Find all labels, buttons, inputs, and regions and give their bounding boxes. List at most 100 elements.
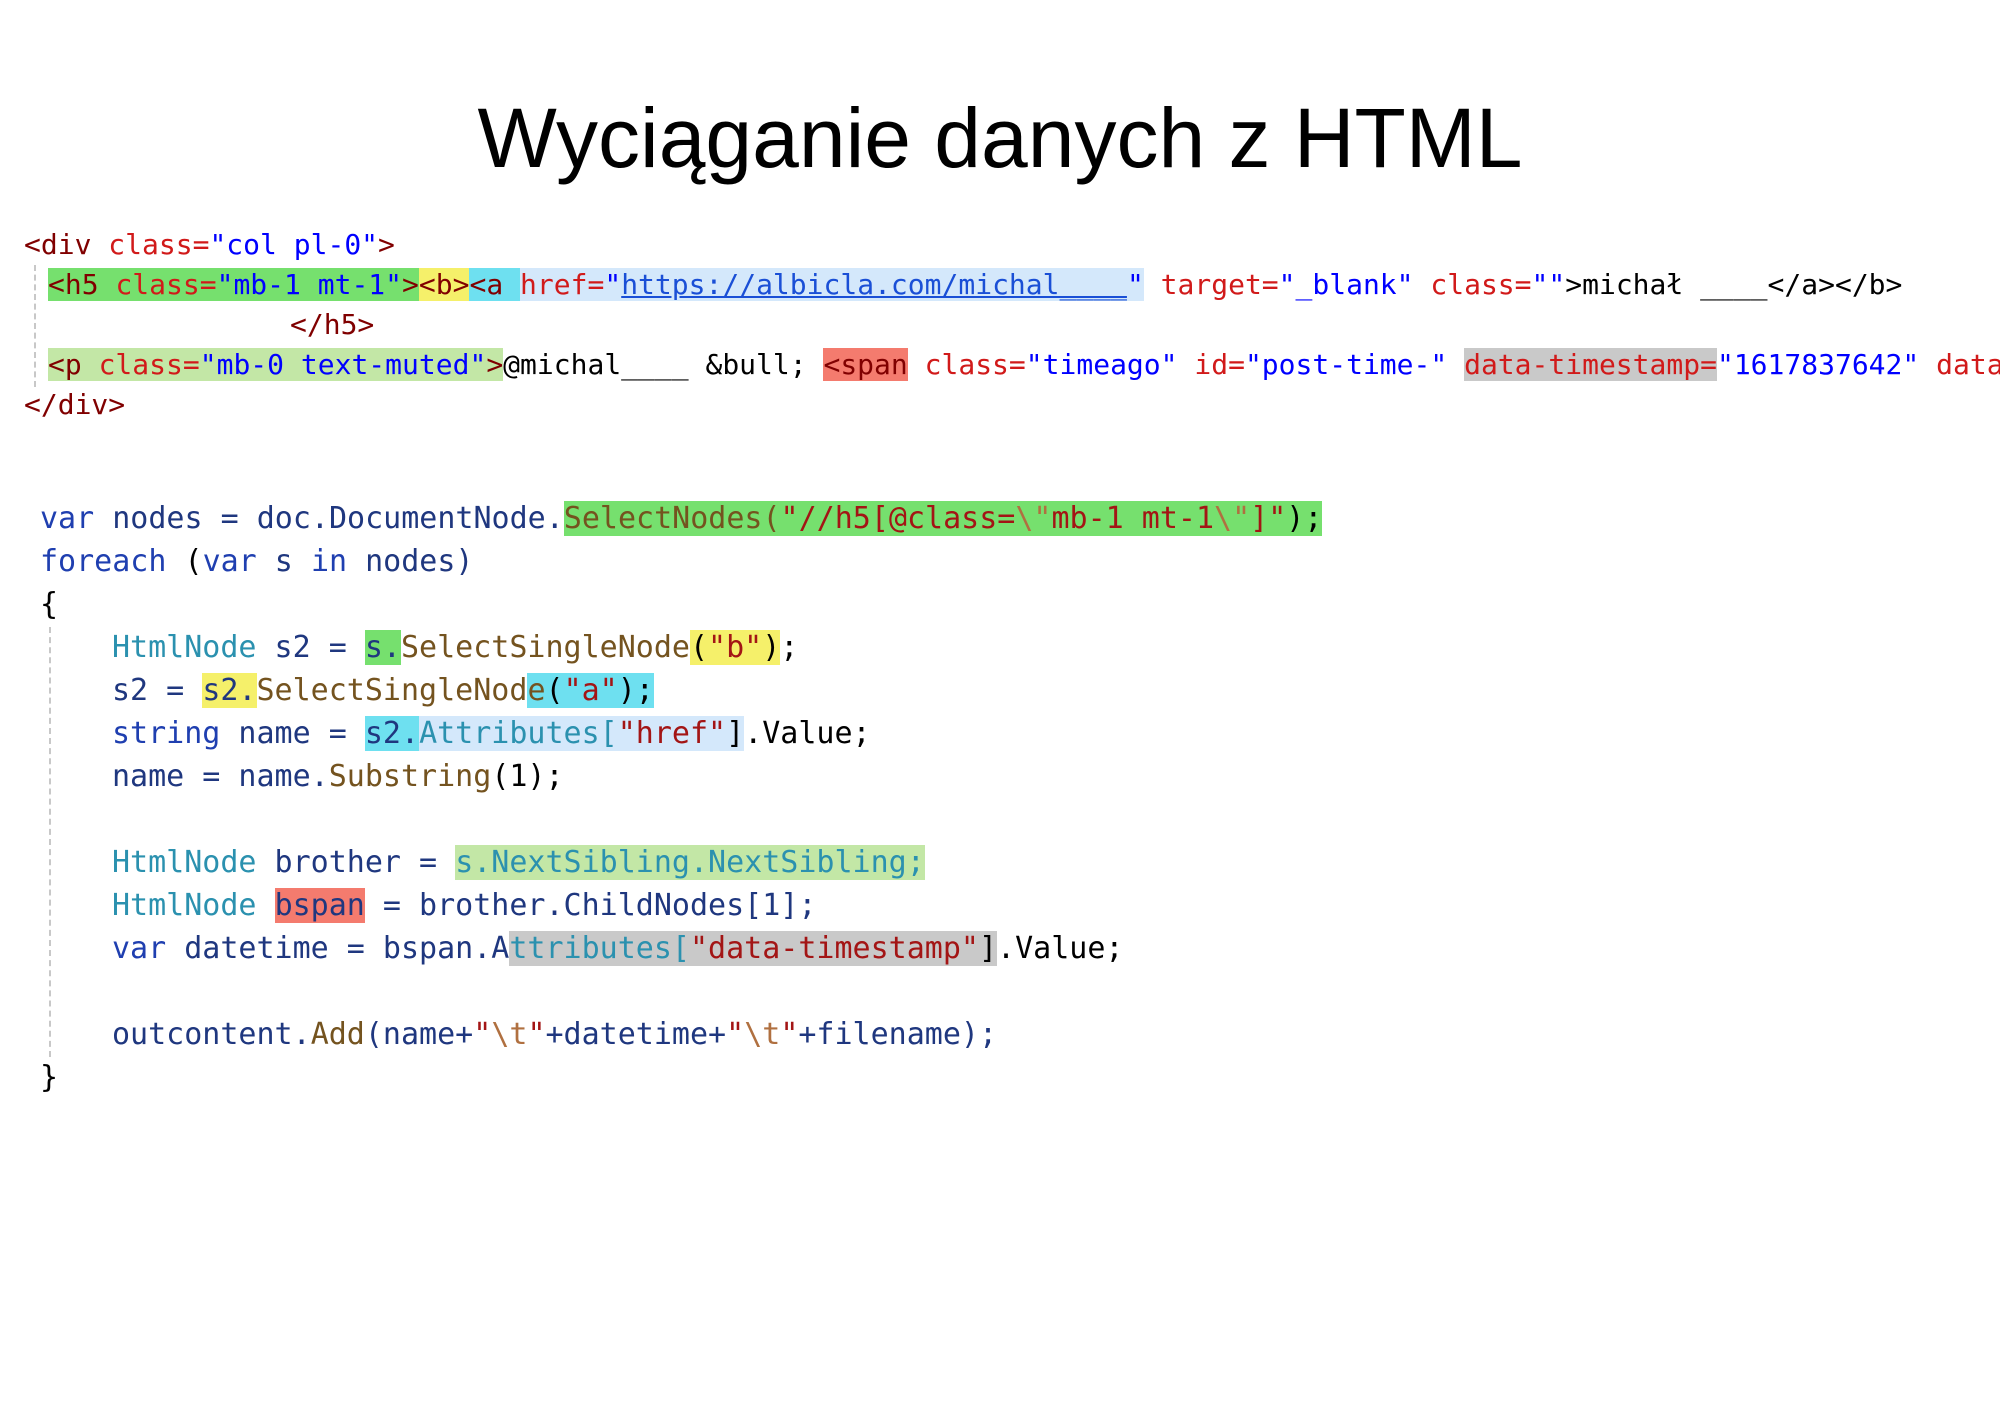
code-token: string (112, 716, 221, 751)
code-token: ttributes[ (509, 931, 690, 966)
code-token: ] (978, 931, 998, 966)
cs-line-4: HtmlNode s2 = s.SelectSingleNode("b"); (112, 626, 798, 669)
code-token: HtmlNode (112, 888, 257, 923)
code-token: \" (1015, 501, 1052, 536)
code-token: mb-1 mt-1 (1051, 501, 1215, 536)
code-token: \" (1214, 501, 1251, 536)
cs-line-2: foreach (var s in nodes) (40, 540, 474, 583)
code-token: s2 = (112, 673, 203, 708)
code-token: brother = (256, 845, 456, 880)
code-token: var (112, 931, 167, 966)
slide-title: Wyciąganie danych z HTML (477, 91, 1523, 185)
code-token: " (604, 268, 622, 301)
html-line-1: <div class="col pl-0"> (24, 225, 395, 265)
code-token: "post-time-" (1244, 348, 1448, 381)
code-token: "data-timestamp" (689, 931, 979, 966)
code-token: " (780, 1017, 799, 1052)
cs-line-1: var nodes = doc.DocumentNode.SelectNodes… (40, 497, 1323, 540)
code-token: data-timestamp= (1464, 348, 1717, 381)
code-token: target= (1143, 268, 1279, 301)
cs-line-7: name = name.Substring(1); (112, 755, 564, 798)
code-token: name = name. (112, 759, 329, 794)
code-token: <a (469, 268, 521, 301)
code-token: "timeago" (1025, 348, 1178, 381)
code-token: > (486, 348, 504, 381)
code-token: e (527, 673, 546, 708)
html-line-2: <h5 class="mb-1 mt-1"><b><a href="https:… (48, 265, 1902, 305)
code-token: class= (1413, 268, 1532, 301)
code-token: <div (24, 228, 109, 261)
code-token: in (310, 544, 348, 579)
code-token: href= (520, 268, 605, 301)
code-token: datetime = bspan.A (166, 931, 510, 966)
code-token: class= (907, 348, 1026, 381)
code-token: "col pl-0" (209, 228, 379, 261)
code-token: </h5> (290, 308, 375, 341)
cs-line-9: HtmlNode bspan = brother.ChildNodes[1]; (112, 884, 816, 927)
code-token: SelectSingleNod (256, 673, 528, 708)
code-token: ] (726, 716, 745, 751)
code-token: ( (545, 673, 564, 708)
code-token: @michal____ &bull; (503, 348, 824, 381)
code-token: ); (1286, 501, 1323, 536)
code-token: } (40, 1060, 59, 1095)
code-token: class= (98, 348, 200, 381)
cs-line-8: HtmlNode brother = s.NextSibling.NextSib… (112, 841, 925, 884)
code-token: "a" (563, 673, 618, 708)
code-token: s (256, 544, 311, 579)
code-token: .Value; (997, 931, 1124, 966)
code-token: class= (115, 268, 217, 301)
cs-line-6: string name = s2.Attributes["href"].Valu… (112, 712, 871, 755)
cs-line-3: { (40, 583, 58, 626)
code-token: " (1126, 268, 1144, 301)
code-token: .Value; (744, 716, 871, 751)
code-token: s2 = (256, 630, 365, 665)
code-token: " (726, 1017, 745, 1052)
code-token: \t (744, 1017, 781, 1052)
code-token: "" (1531, 268, 1566, 301)
code-token: s2. (202, 673, 257, 708)
code-token: (1); (491, 759, 564, 794)
code-token: Substring (328, 759, 492, 794)
code-token: <p (48, 348, 99, 381)
code-token: " (473, 1017, 492, 1052)
code-token: SelectSingleNode (401, 630, 690, 665)
code-token: +filename); (798, 1017, 998, 1052)
code-token: "//h5[@class= (780, 501, 1016, 536)
code-token: data-t (1936, 348, 2000, 381)
cs-line-10: var datetime = bspan.Attributes["data-ti… (112, 927, 1123, 970)
code-token: "b" (708, 630, 763, 665)
code-token: <h5 (48, 268, 116, 301)
code-token: >michał ____</a></b> (1565, 268, 1903, 301)
code-token: SelectNodes( (563, 501, 781, 536)
code-token: > (402, 268, 419, 301)
code-token: s.NextSibling.NextSibling; (455, 845, 925, 880)
code-token: "href" (617, 716, 727, 751)
code-token: </div> (24, 388, 126, 421)
code-token: name = (220, 716, 365, 751)
href-link: https://albicla.com/michal____ (621, 268, 1127, 301)
code-token: nodes) (347, 544, 474, 579)
code-token: <span (823, 348, 908, 381)
code-token: var (202, 544, 257, 579)
code-token: "1617837642" (1716, 348, 1920, 381)
code-token: ]" (1250, 501, 1287, 536)
code-token: "_blank" (1278, 268, 1414, 301)
code-token: HtmlNode (112, 630, 257, 665)
cs-line-12: } (40, 1056, 58, 1099)
code-token: nodes = doc.DocumentNode. (94, 501, 564, 536)
code-token: HtmlNode (112, 845, 257, 880)
code-token: var (40, 501, 95, 536)
code-token: (name+ (364, 1017, 474, 1052)
code-token: Attributes[ (419, 716, 618, 751)
cs-line-5: s2 = s2.SelectSingleNode("a"); (112, 669, 654, 712)
csharp-snippet: var nodes = doc.DocumentNode.SelectNodes… (0, 497, 1323, 1407)
code-token: class= (108, 228, 210, 261)
html-line-4: <p class="mb-0 text-muted">@michal____ &… (48, 345, 2000, 385)
code-token: "mb-1 mt-1" (216, 268, 403, 301)
code-token: " (527, 1017, 546, 1052)
code-token: "mb-0 text-muted" (199, 348, 487, 381)
code-token: \t (491, 1017, 528, 1052)
code-token: s2. (364, 716, 420, 751)
